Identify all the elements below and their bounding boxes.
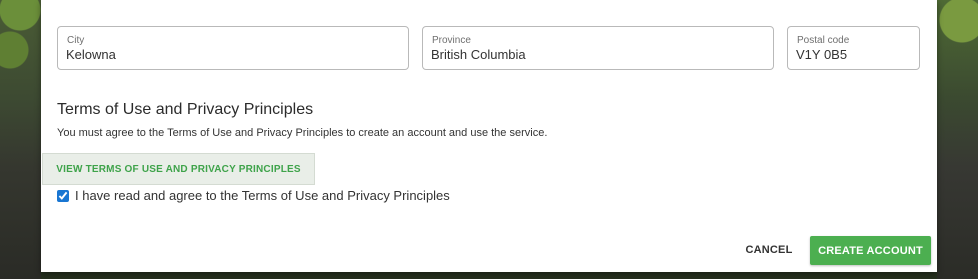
city-label: City: [67, 35, 85, 46]
view-terms-button[interactable]: VIEW TERMS OF USE AND PRIVACY PRINCIPLES: [42, 153, 315, 185]
province-label: Province: [432, 35, 471, 46]
create-account-button[interactable]: CREATE ACCOUNT: [810, 236, 931, 265]
postal-code-value[interactable]: V1Y 0B5: [796, 47, 847, 62]
agree-terms-row[interactable]: I have read and agree to the Terms of Us…: [57, 188, 450, 203]
terms-heading: Terms of Use and Privacy Principles: [57, 101, 314, 118]
province-value[interactable]: British Columbia: [431, 47, 526, 62]
postal-code-label: Postal code: [797, 35, 850, 46]
cancel-button[interactable]: CANCEL: [738, 236, 800, 264]
create-account-dialog: City Kelowna Province British Columbia P…: [41, 0, 937, 272]
postal-code-field[interactable]: Postal code V1Y 0B5: [787, 26, 920, 70]
background-scenery-right: [937, 0, 978, 279]
city-value[interactable]: Kelowna: [66, 47, 116, 62]
agree-terms-label: I have read and agree to the Terms of Us…: [75, 188, 450, 203]
terms-description: You must agree to the Terms of Use and P…: [57, 127, 548, 139]
province-field[interactable]: Province British Columbia: [422, 26, 774, 70]
background-scenery-left: [0, 0, 41, 279]
city-field[interactable]: City Kelowna: [57, 26, 409, 70]
agree-terms-checkbox[interactable]: [57, 189, 69, 202]
